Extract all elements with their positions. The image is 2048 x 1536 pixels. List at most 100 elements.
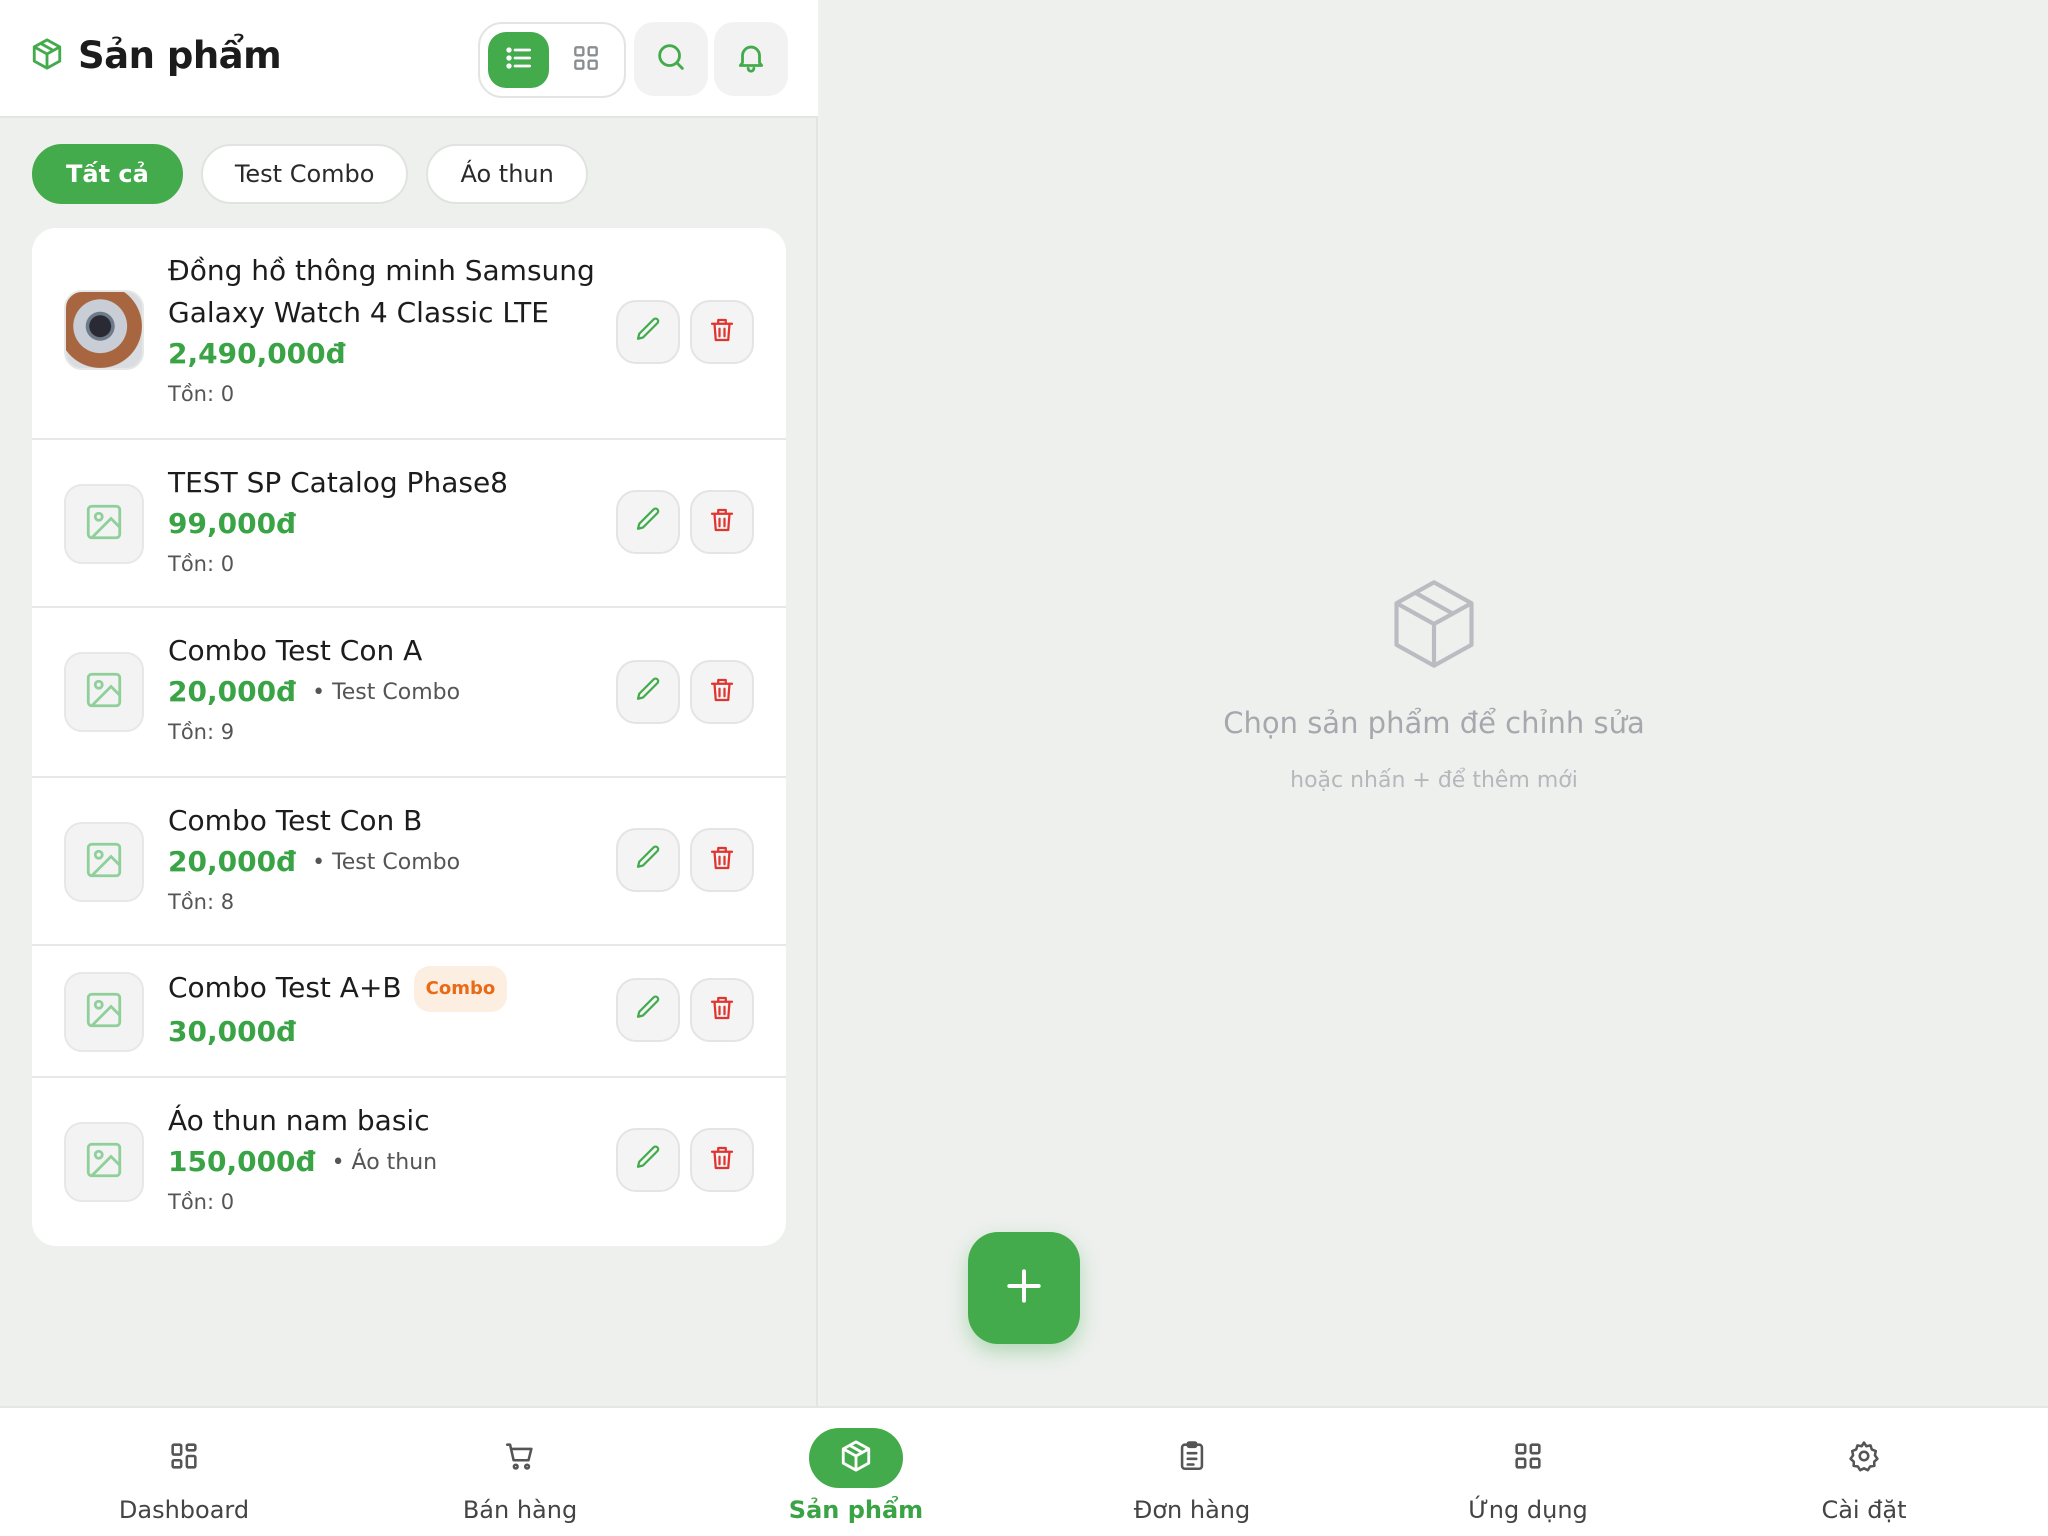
editor-panel: Chọn sản phẩm để chỉnh sửa hoặc nhấn + đ… <box>820 0 2048 1406</box>
product-stock: Tồn: 9 <box>168 720 235 744</box>
product-price: 20,000đ <box>168 845 297 878</box>
list-view-button[interactable] <box>488 32 549 88</box>
search-button[interactable] <box>634 22 708 96</box>
apps-icon <box>1511 1439 1545 1477</box>
grid-view-button[interactable] <box>555 32 616 88</box>
delete-button[interactable] <box>690 660 754 724</box>
image-placeholder-icon <box>83 839 125 885</box>
category-filters: Tất cả Test Combo Áo thun <box>32 144 588 204</box>
search-icon <box>654 40 688 78</box>
empty-box-icon <box>1384 580 1484 680</box>
nav-item-ung-dung[interactable]: Ứng dụng <box>1418 1408 1638 1536</box>
image-placeholder-icon <box>83 989 125 1035</box>
nav-label: Dashboard <box>118 1496 250 1524</box>
product-price: 99,000đ <box>168 507 297 540</box>
filter-chip-test-combo[interactable]: Test Combo <box>200 144 409 204</box>
product-stock: Tồn: 0 <box>168 382 235 406</box>
nav-item-dashboard[interactable]: Dashboard <box>74 1408 294 1536</box>
row-actions <box>616 300 754 364</box>
nav-icon-wrap <box>1817 1428 1911 1488</box>
add-product-button[interactable] <box>968 1232 1080 1344</box>
row-actions <box>616 490 754 554</box>
product-row[interactable]: Áo thun nam basic 150,000đ • Áo thun Tồn… <box>32 1078 786 1246</box>
delete-button[interactable] <box>690 490 754 554</box>
notifications-button[interactable] <box>714 22 788 96</box>
product-row[interactable]: Combo Test Con B 20,000đ • Test Combo Tồ… <box>32 778 786 946</box>
delete-button[interactable] <box>690 1128 754 1192</box>
nav-icon-wrap <box>1481 1428 1575 1488</box>
edit-button[interactable] <box>616 660 680 724</box>
product-name: Combo Test Con B <box>168 804 423 837</box>
price-line: 30,000đ <box>168 1012 507 1052</box>
nav-item-ban-hang[interactable]: Bán hàng <box>410 1408 630 1536</box>
trash-icon <box>707 1143 737 1177</box>
product-price: 30,000đ <box>168 1015 297 1048</box>
combo-badge: Combo <box>413 966 508 1012</box>
gear-icon <box>1847 1439 1881 1477</box>
header: Sản phẩm <box>0 0 818 118</box>
nav-label: Cài đặt <box>1821 1496 1907 1524</box>
image-placeholder-icon <box>83 669 125 715</box>
pencil-icon <box>633 1143 663 1177</box>
edit-button[interactable] <box>616 490 680 554</box>
row-actions <box>616 978 754 1042</box>
price-line: 20,000đ • Test Combo <box>168 842 460 882</box>
page-title: Sản phẩm <box>78 34 282 77</box>
product-stock: Tồn: 0 <box>168 1190 235 1214</box>
nav-icon-wrap <box>1145 1428 1239 1488</box>
trash-icon <box>707 315 737 349</box>
box-icon <box>30 37 64 75</box>
header-title-group: Sản phẩm <box>30 34 282 77</box>
image-placeholder-icon <box>83 1139 125 1185</box>
trash-icon <box>707 675 737 709</box>
product-name-group: Combo Test A+B Combo <box>168 966 508 1012</box>
delete-button[interactable] <box>690 300 754 364</box>
row-actions <box>616 660 754 724</box>
empty-state-title: Chọn sản phẩm để chỉnh sửa <box>1223 706 1645 740</box>
bell-icon <box>734 40 768 78</box>
price-line: 150,000đ • Áo thun <box>168 1142 437 1182</box>
nav-item-don-hang[interactable]: Đơn hàng <box>1082 1408 1302 1536</box>
product-thumbnail <box>64 972 144 1052</box>
nav-item-cai-dat[interactable]: Cài đặt <box>1754 1408 1974 1536</box>
edit-button[interactable] <box>616 828 680 892</box>
product-name: Combo Test Con A <box>168 634 423 667</box>
row-actions <box>616 1128 754 1192</box>
product-name-line2: Galaxy Watch 4 Classic LTE <box>168 296 549 329</box>
trash-icon <box>707 843 737 877</box>
edit-button[interactable] <box>616 978 680 1042</box>
delete-button[interactable] <box>690 828 754 892</box>
plus-icon <box>1002 1264 1046 1312</box>
product-row[interactable]: Combo Test Con A 20,000đ • Test Combo Tồ… <box>32 608 786 778</box>
cart-icon <box>503 1439 537 1477</box>
empty-state-subtitle: hoặc nhấn + để thêm mới <box>1290 768 1578 793</box>
list-icon <box>503 42 535 78</box>
filter-chip-ao-thun[interactable]: Áo thun <box>426 144 588 204</box>
product-price: 20,000đ <box>168 675 297 708</box>
product-row[interactable]: TEST SP Catalog Phase8 99,000đ Tồn: 0 <box>32 440 786 608</box>
product-stock: Tồn: 0 <box>168 552 235 576</box>
nav-icon-wrap <box>137 1428 231 1488</box>
product-info: TEST SP Catalog Phase8 99,000đ Tồn: 0 <box>168 462 508 584</box>
nav-icon-wrap <box>809 1428 903 1488</box>
product-category: • Test Combo <box>312 849 461 875</box>
edit-button[interactable] <box>616 1128 680 1192</box>
product-price: 150,000đ <box>168 1145 316 1178</box>
product-thumbnail <box>64 652 144 732</box>
product-thumbnail <box>64 290 144 370</box>
product-row[interactable]: Đồng hồ thông minh Samsung Galaxy Watch … <box>32 228 786 440</box>
product-thumbnail <box>64 1122 144 1202</box>
product-thumbnail <box>64 484 144 564</box>
price-line: 2,490,000đ <box>168 334 595 374</box>
filter-chip-all[interactable]: Tất cả <box>32 144 183 204</box>
nav-item-san-pham[interactable]: Sản phẩm <box>746 1408 966 1536</box>
product-stock: Tồn: 8 <box>168 890 235 914</box>
app: Sản phẩm Tất cả Test Combo Áo thun Đồng … <box>0 0 2048 1536</box>
edit-button[interactable] <box>616 300 680 364</box>
product-info: Áo thun nam basic 150,000đ • Áo thun Tồn… <box>168 1100 437 1222</box>
delete-button[interactable] <box>690 978 754 1042</box>
pencil-icon <box>633 675 663 709</box>
trash-icon <box>707 505 737 539</box>
product-row[interactable]: Combo Test A+B Combo 30,000đ <box>32 946 786 1078</box>
view-toggle <box>478 22 626 98</box>
